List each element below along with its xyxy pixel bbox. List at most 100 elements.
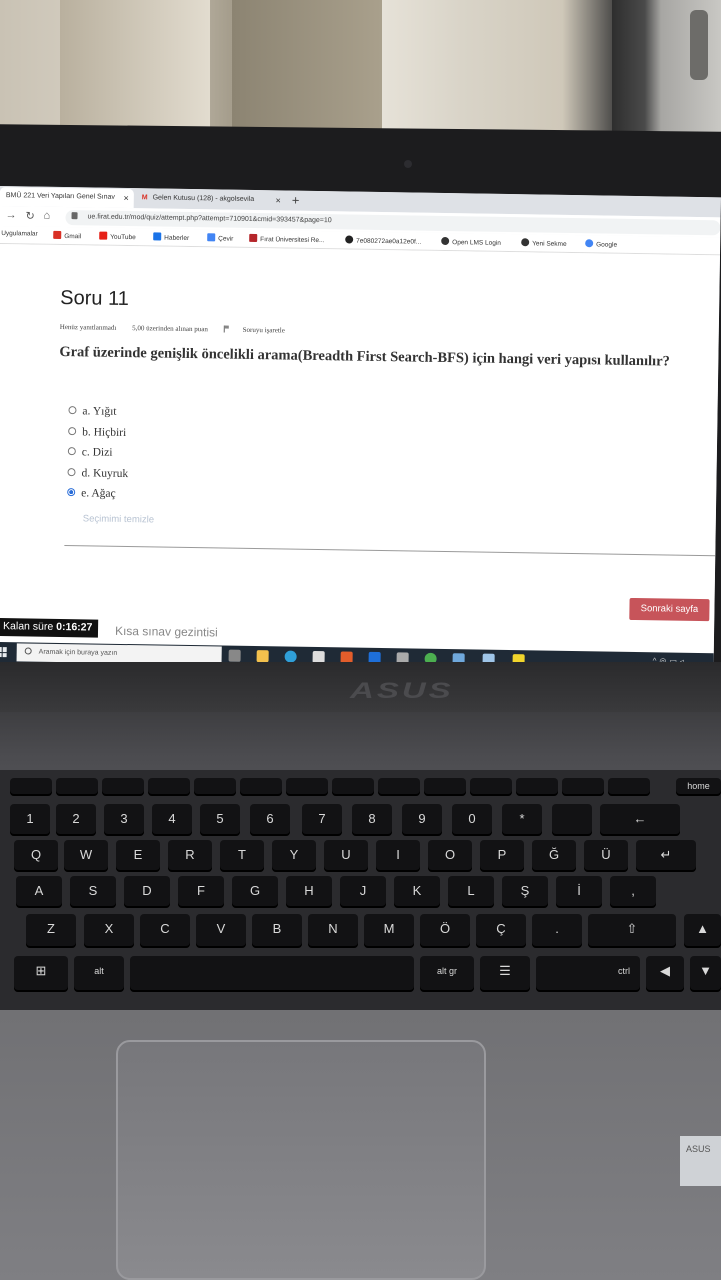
key-r[interactable]: R	[168, 840, 212, 872]
menu-key-icon[interactable]: ☰	[480, 956, 530, 992]
bookmark-openlms[interactable]: Open LMS Login	[441, 236, 501, 247]
bookmark-github[interactable]: 7e080272ae0a12e0f...	[345, 235, 421, 246]
key-v[interactable]: V	[196, 914, 246, 948]
new-tab-icon[interactable]: +	[292, 193, 300, 208]
key-fn[interactable]	[516, 778, 558, 796]
key-q[interactable]: Q	[14, 840, 58, 872]
key-fn[interactable]	[56, 778, 98, 796]
bookmark-firat[interactable]: Fırat Üniversitesi Re...	[249, 233, 325, 244]
key-m[interactable]: M	[364, 914, 414, 948]
key-u[interactable]: U	[324, 840, 368, 872]
key-fn[interactable]	[240, 778, 282, 796]
clear-choice-link[interactable]: Seçimimi temizle	[83, 513, 154, 525]
tab-gmail[interactable]: M Gelen Kutusu (128) - akgolsevila ×	[136, 189, 286, 210]
key-j[interactable]: J	[340, 876, 386, 908]
close-icon[interactable]: ×	[123, 193, 128, 203]
key-fn[interactable]	[562, 778, 604, 796]
key-backspace[interactable]: ←	[600, 804, 680, 836]
key-altgr[interactable]: alt gr	[420, 956, 474, 992]
close-icon[interactable]: ×	[275, 195, 280, 205]
key-t[interactable]: T	[220, 840, 264, 872]
bookmark-translate[interactable]: Çevir	[207, 233, 233, 243]
key-6[interactable]: 6	[250, 804, 290, 836]
bookmark-youtube[interactable]: YouTube	[99, 231, 136, 241]
key-x[interactable]: X	[84, 914, 134, 948]
key-1[interactable]: 1	[10, 804, 50, 836]
touchpad[interactable]	[116, 1040, 486, 1280]
key-minus[interactable]	[552, 804, 592, 836]
radio-button[interactable]	[68, 406, 77, 415]
key-w[interactable]: W	[64, 840, 108, 872]
edge-icon[interactable]	[284, 650, 297, 663]
key-5[interactable]: 5	[200, 804, 240, 836]
key-g-breve[interactable]: Ğ	[532, 840, 576, 872]
key-0[interactable]: 0	[452, 804, 492, 836]
bookmark-newtab[interactable]: Yeni Sekme	[521, 238, 567, 248]
key-s-cedilla[interactable]: Ş	[502, 876, 548, 908]
key-space[interactable]	[130, 956, 414, 992]
option-e[interactable]: e. Ağaç	[67, 487, 128, 508]
quiz-navigation-link[interactable]: Kısa sınav gezintisi	[115, 624, 218, 640]
key-z[interactable]: Z	[26, 914, 76, 948]
key-fn[interactable]	[608, 778, 650, 796]
key-fn[interactable]	[148, 778, 190, 796]
task-view-icon[interactable]	[228, 649, 241, 662]
reload-icon[interactable]: ↻	[25, 209, 34, 222]
tab-quiz[interactable]: BMÜ 221 Veri Yapıları Genel Sınav ×	[0, 186, 134, 209]
radio-button[interactable]	[67, 447, 76, 456]
key-alt[interactable]: alt	[74, 956, 124, 992]
key-c[interactable]: C	[140, 914, 190, 948]
bookmark-gmail[interactable]: Gmail	[53, 230, 81, 240]
key-down-arrow[interactable]: ▼	[690, 956, 721, 992]
key-p[interactable]: P	[480, 840, 524, 872]
key-c-cedilla[interactable]: Ç	[476, 914, 526, 948]
key-e[interactable]: E	[116, 840, 160, 872]
windows-start-icon[interactable]	[0, 647, 8, 658]
key-i-dotted[interactable]: İ	[556, 876, 602, 908]
key-n[interactable]: N	[308, 914, 358, 948]
key-l[interactable]: L	[448, 876, 494, 908]
key-fn[interactable]	[102, 778, 144, 796]
key-f[interactable]: F	[178, 876, 224, 908]
file-explorer-icon[interactable]	[256, 650, 269, 663]
next-page-button[interactable]: Sonraki sayfa	[629, 597, 710, 622]
key-g[interactable]: G	[232, 876, 278, 908]
key-asterisk[interactable]: *	[502, 804, 542, 836]
windows-key-icon[interactable]: ⊞	[14, 956, 68, 992]
key-ctrl[interactable]: ctrl	[536, 956, 640, 992]
key-9[interactable]: 9	[402, 804, 442, 836]
key-comma[interactable]: ,	[610, 876, 656, 908]
flag-question-link[interactable]: Soruyu işaretle	[223, 325, 299, 335]
key-fn[interactable]	[470, 778, 512, 796]
forward-arrow-icon[interactable]: →	[5, 209, 16, 221]
option-d[interactable]: d. Kuyruk	[67, 467, 128, 488]
option-c[interactable]: c. Dizi	[67, 446, 129, 467]
key-fn[interactable]	[378, 778, 420, 796]
key-home[interactable]: home	[676, 778, 721, 796]
key-fn[interactable]	[424, 778, 466, 796]
key-o[interactable]: O	[428, 840, 472, 872]
key-fn[interactable]	[286, 778, 328, 796]
key-left-arrow[interactable]: ◀	[646, 956, 684, 992]
key-fn[interactable]	[10, 778, 52, 796]
key-fn[interactable]	[332, 778, 374, 796]
key-4[interactable]: 4	[152, 804, 192, 836]
option-b[interactable]: b. Hiçbiri	[68, 426, 129, 447]
radio-button[interactable]	[68, 426, 77, 435]
key-i[interactable]: I	[376, 840, 420, 872]
bookmark-news[interactable]: Haberler	[153, 232, 189, 242]
key-u-umlaut[interactable]: Ü	[584, 840, 628, 872]
key-shift[interactable]: ⇧	[588, 914, 676, 948]
key-up-arrow[interactable]: ▲	[684, 914, 721, 948]
key-period[interactable]: .	[532, 914, 582, 948]
key-7[interactable]: 7	[302, 804, 342, 836]
key-enter[interactable]: ↵	[636, 840, 696, 872]
key-o-umlaut[interactable]: Ö	[420, 914, 470, 948]
key-d[interactable]: D	[124, 876, 170, 908]
key-y[interactable]: Y	[272, 840, 316, 872]
radio-button-selected[interactable]	[67, 488, 76, 497]
key-h[interactable]: H	[286, 876, 332, 908]
key-b[interactable]: B	[252, 914, 302, 948]
bookmark-google[interactable]: Google	[585, 239, 617, 249]
key-a[interactable]: A	[16, 876, 62, 908]
